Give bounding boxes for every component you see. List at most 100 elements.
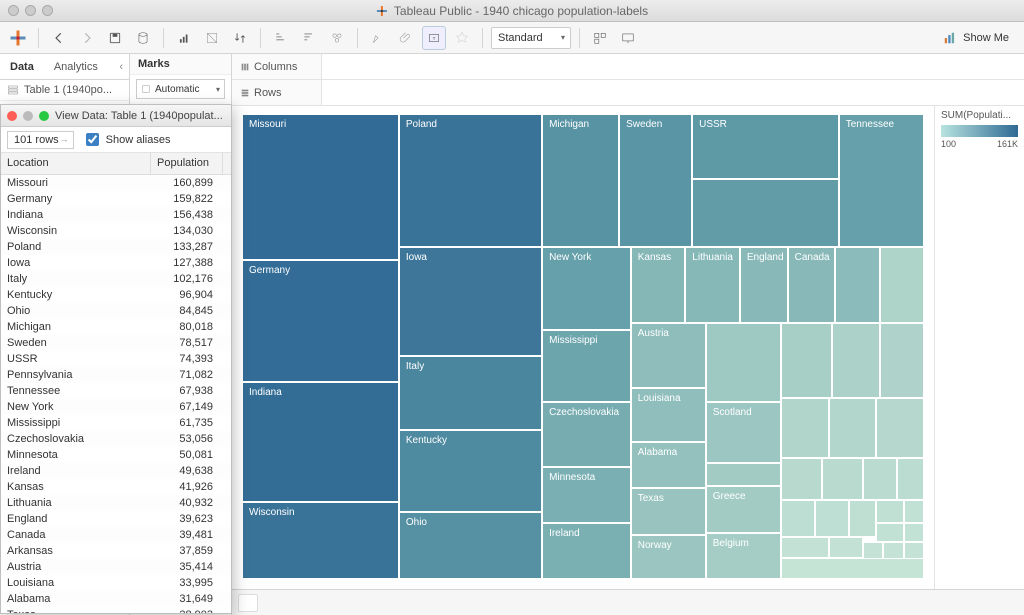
treemap-cell[interactable]: Poland [399,114,542,247]
treemap-cell[interactable]: Austria [631,323,706,388]
table-row[interactable]: Kansas41,926 [1,479,231,495]
table-row[interactable]: Canada39,481 [1,527,231,543]
treemap-cell[interactable]: Italy [399,356,542,429]
table-row[interactable]: Michigan80,018 [1,319,231,335]
table-row[interactable]: Texas28,903 [1,607,231,613]
treemap-cell[interactable] [815,500,849,537]
treemap-cell[interactable]: Missouri [242,114,399,260]
new-worksheet-button[interactable] [172,26,196,50]
treemap-cell[interactable]: Czechoslovakia [542,402,631,467]
treemap-cell[interactable] [829,398,877,458]
treemap-cell[interactable] [863,458,897,500]
view-data-minimize-icon[interactable] [23,111,33,121]
treemap-cell[interactable]: Ireland [542,523,631,579]
presentation-button[interactable] [616,26,640,50]
treemap-cell[interactable]: Louisiana [631,388,706,441]
table-row[interactable]: Indiana156,438 [1,207,231,223]
rows-shelf[interactable]: Rows [232,80,1024,106]
cards-button[interactable] [588,26,612,50]
treemap-cell[interactable] [781,458,822,500]
color-legend[interactable]: SUM(Populati... 100161K [934,106,1024,589]
table-row[interactable]: Lithuania40,932 [1,495,231,511]
treemap-cell[interactable] [904,500,924,523]
swap-button[interactable] [228,26,252,50]
treemap-cell[interactable]: Ohio [399,512,542,579]
treemap-cell[interactable] [832,323,880,397]
table-row[interactable]: Iowa127,388 [1,255,231,271]
treemap-cell[interactable] [781,537,829,558]
columns-shelf[interactable]: Columns [232,54,1024,80]
treemap-cell[interactable]: New York [542,247,631,331]
view-data-close-icon[interactable] [7,111,17,121]
table-row[interactable]: New York67,149 [1,399,231,415]
datawin-headers[interactable]: Location Population [1,153,231,175]
tab-analytics[interactable]: Analytics [44,54,108,79]
table-row[interactable]: Ireland49,638 [1,463,231,479]
treemap-cell[interactable] [849,500,876,537]
rows-count-field[interactable]: 101 rows [7,131,74,149]
header-population[interactable]: Population [151,153,223,174]
tableau-logo-icon[interactable] [6,26,30,50]
table-row[interactable]: Alabama31,649 [1,591,231,607]
table-row[interactable]: England39,623 [1,511,231,527]
treemap-cell[interactable]: Lithuania [685,247,740,324]
attach-button[interactable] [394,26,418,50]
minimize-window-icon[interactable] [25,5,36,16]
treemap-cell[interactable] [692,179,839,246]
show-me-button[interactable]: Show Me [934,28,1018,48]
treemap-cell[interactable]: Greece [706,486,781,533]
treemap-cell[interactable] [781,500,815,537]
treemap-cell[interactable] [880,247,924,324]
table-row[interactable]: Arkansas37,859 [1,543,231,559]
treemap-cell[interactable] [876,523,903,542]
view-data-titlebar[interactable]: View Data: Table 1 (1940populat... [1,105,231,127]
show-aliases-checkbox[interactable]: Show aliases [82,130,171,149]
treemap-cell[interactable] [822,458,863,500]
table-row[interactable]: Missouri160,899 [1,175,231,191]
table-row[interactable]: Minnesota50,081 [1,447,231,463]
treemap-cell[interactable]: Minnesota [542,467,631,523]
table-row[interactable]: Mississippi61,735 [1,415,231,431]
treemap-cell[interactable]: Kansas [631,247,686,324]
view-data-zoom-icon[interactable] [39,111,49,121]
treemap-cell[interactable]: Kentucky [399,430,542,512]
treemap-cell[interactable]: Canada [788,247,836,324]
collapse-pane-icon[interactable]: ‹ [113,61,129,73]
marks-type-dropdown[interactable]: Automatic [136,79,225,99]
save-button[interactable] [103,26,127,50]
treemap-cell[interactable]: Indiana [242,382,399,502]
treemap-cell[interactable]: Norway [631,535,706,579]
treemap-cell[interactable]: Texas [631,488,706,535]
highlight-button[interactable] [366,26,390,50]
treemap-cell[interactable]: Wisconsin [242,502,399,579]
treemap-cell[interactable] [897,458,924,500]
treemap-cell[interactable] [876,500,903,523]
viz-canvas[interactable]: MissouriGermanyIndianaWisconsinPolandIow… [232,106,934,589]
treemap-cell[interactable]: USSR [692,114,839,179]
group-button[interactable] [325,26,349,50]
treemap-cell[interactable] [781,558,924,579]
table-row[interactable]: Kentucky96,904 [1,287,231,303]
treemap-cell[interactable]: Tennessee [839,114,924,247]
treemap-cell[interactable] [904,523,924,542]
data-source-tab[interactable] [238,594,258,612]
treemap-cell[interactable]: England [740,247,788,324]
treemap-cell[interactable]: Sweden [619,114,692,247]
treemap-cell[interactable] [781,398,829,458]
table-row[interactable]: Pennsylvania71,082 [1,367,231,383]
pin-button[interactable] [450,26,474,50]
table-row[interactable]: Ohio84,845 [1,303,231,319]
back-button[interactable] [47,26,71,50]
treemap-cell[interactable] [880,323,924,397]
table-row[interactable]: Louisiana33,995 [1,575,231,591]
sort-desc-button[interactable] [297,26,321,50]
header-location[interactable]: Location [1,153,151,174]
treemap-cell[interactable] [835,247,879,324]
label-button[interactable]: T [422,26,446,50]
forward-button[interactable] [75,26,99,50]
close-window-icon[interactable] [8,5,19,16]
zoom-window-icon[interactable] [42,5,53,16]
treemap-cell[interactable]: Alabama [631,442,706,489]
table-row[interactable]: USSR74,393 [1,351,231,367]
table-row[interactable]: Czechoslovakia53,056 [1,431,231,447]
